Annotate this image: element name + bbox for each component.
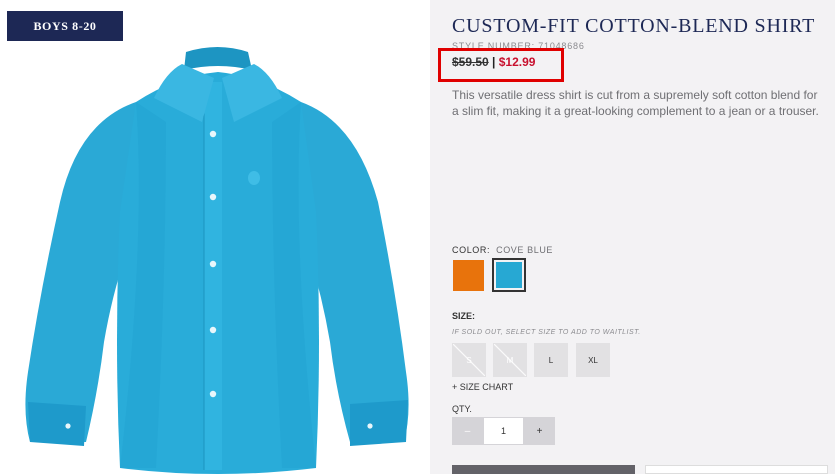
size-waitlist-note: IF SOLD OUT, SELECT SIZE TO ADD TO WAITL… (452, 329, 641, 336)
size-option-s[interactable]: S (452, 343, 486, 377)
product-image-panel: BOYS 8-20 (0, 0, 430, 474)
add-to-wishlist-button[interactable] (645, 465, 828, 474)
product-image[interactable] (16, 42, 420, 474)
price-highlight-box (438, 48, 564, 82)
color-label-text: COLOR: (452, 245, 491, 255)
polo-logo-icon (248, 171, 260, 185)
quantity-decrease-button[interactable]: – (452, 417, 483, 445)
product-details-panel: CUSTOM-FIT COTTON-BLEND SHIRT STYLE NUMB… (430, 0, 835, 474)
color-swatch-orange[interactable] (453, 260, 484, 291)
category-badge: BOYS 8-20 (7, 11, 123, 41)
size-label: SIZE: (452, 311, 476, 321)
button-dot (209, 193, 217, 201)
color-label: COLOR: COVE BLUE (452, 245, 553, 255)
button-dot (209, 326, 217, 334)
quantity-label: QTY. (452, 404, 472, 414)
quantity-input[interactable] (483, 417, 524, 445)
quantity-stepper: – + (452, 417, 557, 445)
shirt-right-cuff (350, 400, 408, 446)
button-dot (209, 130, 217, 138)
color-swatch-cove-blue[interactable] (492, 258, 526, 292)
shirt-placket (204, 82, 222, 470)
button-dot (209, 260, 217, 268)
add-to-bag-button[interactable] (452, 465, 635, 474)
shirt-collar-back (184, 47, 252, 70)
size-chart-link[interactable]: + SIZE CHART (452, 382, 513, 392)
size-option-m[interactable]: M (493, 343, 527, 377)
quantity-increase-button[interactable]: + (524, 417, 555, 445)
product-description: This versatile dress shirt is cut from a… (452, 88, 819, 118)
size-option-l[interactable]: L (534, 343, 568, 377)
button-dot (209, 390, 217, 398)
product-title: CUSTOM-FIT COTTON-BLEND SHIRT (452, 15, 816, 37)
shirt-left-cuff (28, 402, 86, 446)
size-option-xl[interactable]: XL (576, 343, 610, 377)
color-value: COVE BLUE (496, 245, 554, 255)
